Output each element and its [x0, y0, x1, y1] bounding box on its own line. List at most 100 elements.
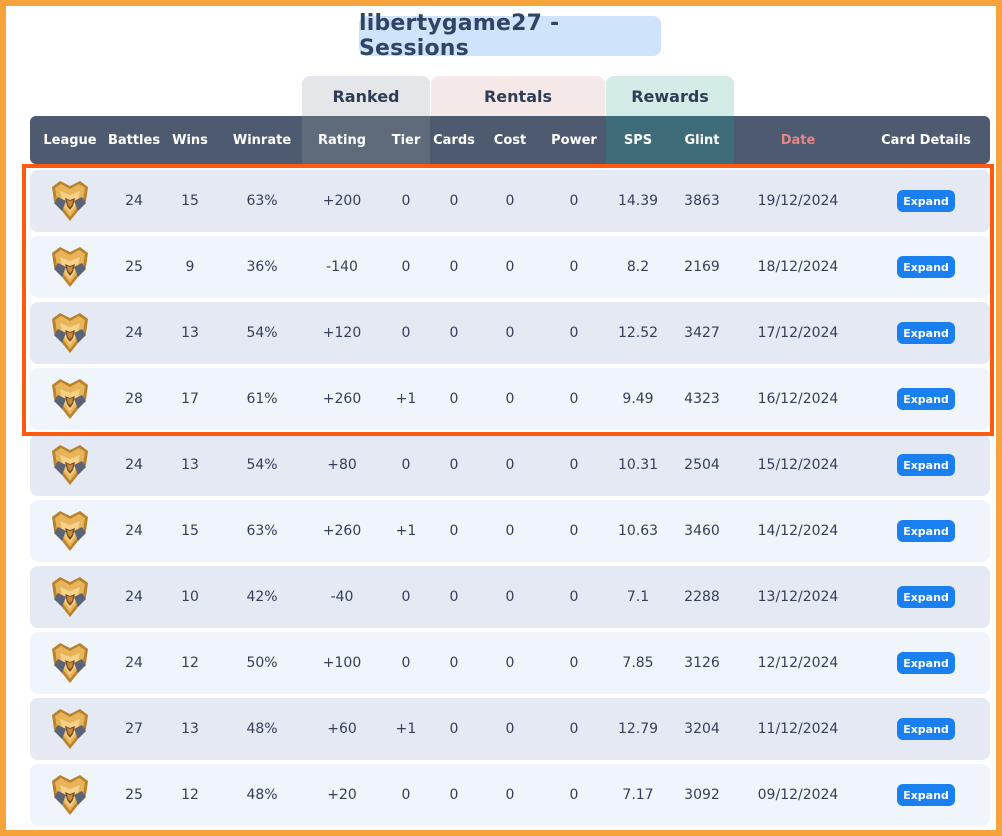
- cell-power: 0: [569, 523, 579, 539]
- cell-winrate: 36%: [246, 259, 278, 275]
- cell-cost: 0: [505, 259, 515, 275]
- cell-tier: +1: [395, 721, 417, 737]
- cell-cost: 0: [505, 721, 515, 737]
- cell-sps: 12.79: [617, 721, 659, 737]
- cell-glint: 3092: [684, 787, 720, 803]
- cell-glint: 4323: [684, 391, 720, 407]
- cell-wins: 13: [181, 325, 199, 341]
- expand-button[interactable]: Expand: [897, 388, 955, 410]
- column-header-card-details: Card Details: [881, 132, 971, 148]
- cell-date: 14/12/2024: [757, 523, 839, 539]
- cell-cost: 0: [505, 325, 515, 341]
- group-tab-ranked: Ranked: [302, 76, 430, 116]
- cell-sps: 10.63: [617, 523, 659, 539]
- cell-winrate: 63%: [246, 193, 278, 209]
- cell-cards: 0: [449, 457, 459, 473]
- cell-date: 19/12/2024: [757, 193, 839, 209]
- cell-date: 11/12/2024: [757, 721, 839, 737]
- cell-power: 0: [569, 457, 579, 473]
- cell-tier: 0: [401, 457, 411, 473]
- group-tab-rentals: Rentals: [431, 76, 605, 116]
- cell-winrate: 50%: [246, 655, 278, 671]
- cell-tier: 0: [401, 193, 411, 209]
- expand-button[interactable]: Expand: [897, 454, 955, 476]
- expand-button[interactable]: Expand: [897, 652, 955, 674]
- cell-tier: +1: [395, 523, 417, 539]
- page-frame: libertygame27 - Sessions Ranked Rentals …: [0, 0, 1002, 836]
- cell-power: 0: [569, 325, 579, 341]
- expand-button[interactable]: Expand: [897, 784, 955, 806]
- league-shield-icon: [46, 368, 94, 430]
- cell-date: 13/12/2024: [757, 589, 839, 605]
- cell-winrate: 54%: [246, 457, 278, 473]
- cell-card-details: Expand: [897, 302, 955, 364]
- cell-date: 16/12/2024: [757, 391, 839, 407]
- expand-button[interactable]: Expand: [897, 586, 955, 608]
- expand-button[interactable]: Expand: [897, 322, 955, 344]
- cell-glint: 2504: [684, 457, 720, 473]
- cell-sps: 10.31: [617, 457, 659, 473]
- cell-glint: 3126: [684, 655, 720, 671]
- cell-battles: 24: [125, 193, 143, 209]
- cell-cards: 0: [449, 787, 459, 803]
- group-tab-rewards: Rewards: [606, 76, 734, 116]
- cell-card-details: Expand: [897, 170, 955, 232]
- cell-rating: +60: [327, 721, 357, 737]
- cell-cost: 0: [505, 787, 515, 803]
- cell-wins: 13: [181, 457, 199, 473]
- cell-winrate: 48%: [246, 721, 278, 737]
- cell-cards: 0: [449, 589, 459, 605]
- cell-card-details: Expand: [897, 698, 955, 760]
- expand-button[interactable]: Expand: [897, 718, 955, 740]
- table-row: 25 12 48% +20 0 0 0 0 7.17 3092 09/12/2024 Expand: [30, 764, 990, 826]
- cell-rating: +20: [327, 787, 357, 803]
- expand-button[interactable]: Expand: [897, 256, 955, 278]
- cell-cards: 0: [449, 391, 459, 407]
- cell-date: 12/12/2024: [757, 655, 839, 671]
- cell-wins: 13: [181, 721, 199, 737]
- cell-cost: 0: [505, 457, 515, 473]
- cell-rating: +200: [322, 193, 362, 209]
- cell-wins: 12: [181, 787, 199, 803]
- cell-power: 0: [569, 721, 579, 737]
- league-shield-icon: [46, 764, 94, 826]
- cell-rating: -40: [330, 589, 354, 605]
- expand-button[interactable]: Expand: [897, 190, 955, 212]
- expand-button[interactable]: Expand: [897, 520, 955, 542]
- column-header-cost: Cost: [493, 132, 527, 148]
- cell-date: 09/12/2024: [757, 787, 839, 803]
- cell-date: 15/12/2024: [757, 457, 839, 473]
- cell-cards: 0: [449, 259, 459, 275]
- league-shield-icon: [46, 632, 94, 694]
- cell-cost: 0: [505, 523, 515, 539]
- cell-sps: 8.2: [626, 259, 650, 275]
- cell-power: 0: [569, 655, 579, 671]
- cell-rating: -140: [326, 259, 358, 275]
- cell-sps: 7.1: [626, 589, 650, 605]
- league-shield-icon: [46, 566, 94, 628]
- page-title: libertygame27 - Sessions: [359, 11, 661, 61]
- cell-tier: 0: [401, 787, 411, 803]
- cell-cost: 0: [505, 655, 515, 671]
- cell-power: 0: [569, 589, 579, 605]
- cell-battles: 24: [125, 457, 143, 473]
- cell-sps: 9.49: [622, 391, 654, 407]
- league-shield-icon: [46, 500, 94, 562]
- column-header-winrate: Winrate: [232, 132, 292, 148]
- cell-power: 0: [569, 259, 579, 275]
- cell-battles: 24: [125, 655, 143, 671]
- cell-card-details: Expand: [897, 632, 955, 694]
- cell-tier: +1: [395, 391, 417, 407]
- table-row: 25 9 36% -140 0 0 0 0 8.2 2169 18/12/2024 Expand: [30, 236, 990, 298]
- cell-sps: 7.85: [622, 655, 654, 671]
- column-header-battles: Battles: [107, 132, 161, 148]
- column-header-sps: SPS: [623, 132, 653, 148]
- cell-power: 0: [569, 391, 579, 407]
- table-row: 24 15 63% +260 +1 0 0 0 10.63 3460 14/12/2024 Expan…: [30, 500, 990, 562]
- cell-cost: 0: [505, 589, 515, 605]
- cell-rating: +100: [322, 655, 362, 671]
- table-row: 27 13 48% +60 +1 0 0 0 12.79 3204 11/12/2024 Expand: [30, 698, 990, 760]
- column-header-glint: Glint: [684, 132, 720, 148]
- cell-winrate: 63%: [246, 523, 278, 539]
- table-row: 24 10 42% -40 0 0 0 0 7.1 2288 13/12/2024 Expand: [30, 566, 990, 628]
